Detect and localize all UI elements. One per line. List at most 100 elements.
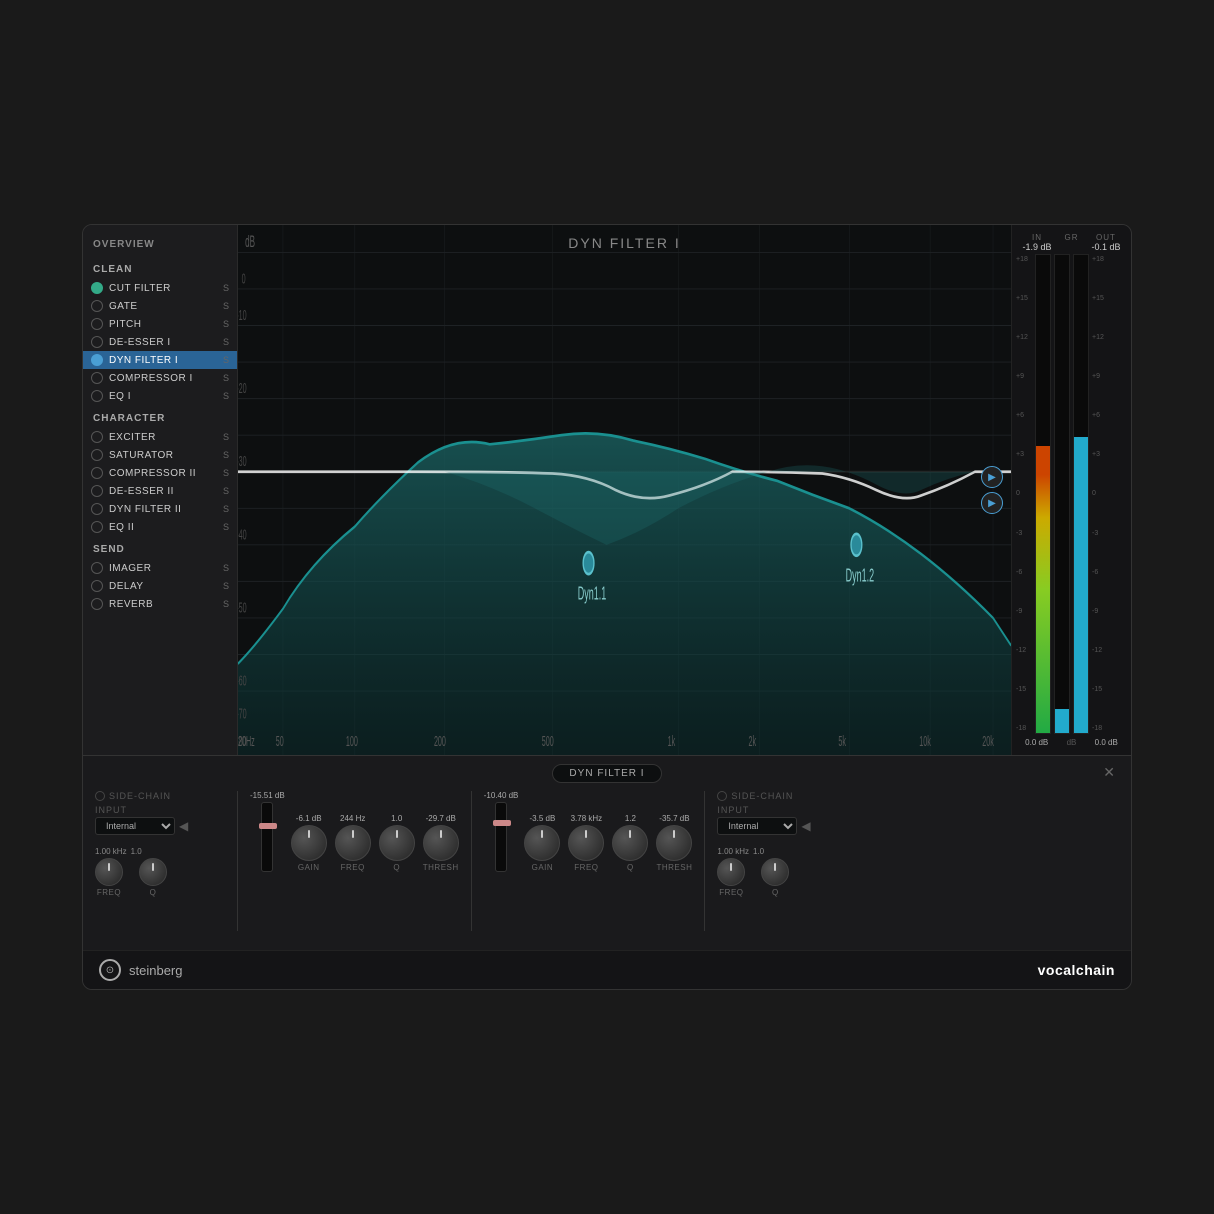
sidebar-item-compressor-i[interactable]: COMPRESSOR I S <box>83 369 237 387</box>
bypass-button-out[interactable]: ▶ <box>981 492 1003 514</box>
close-button[interactable]: ✕ <box>1103 764 1115 781</box>
svg-text:1k: 1k <box>668 734 676 749</box>
dot-cut-filter <box>91 282 103 294</box>
knob-dyn2-gain[interactable] <box>524 825 560 861</box>
svg-text:-40: -40 <box>238 528 247 543</box>
input-dropdown-left[interactable]: Internal <box>95 817 175 835</box>
fader-dyn2[interactable]: -10.40 dB <box>484 791 519 872</box>
fader-track-dyn2[interactable] <box>495 802 507 872</box>
knob-group-dyn1-freq: 244 Hz FREQ <box>335 814 371 872</box>
product-prefix: vocal <box>1038 962 1076 978</box>
knob-dyn1-thresh[interactable] <box>423 825 459 861</box>
product-suffix: chain <box>1076 962 1115 978</box>
svg-text:-30: -30 <box>238 455 247 470</box>
sidebar-item-de-esser-ii[interactable]: DE-ESSER II S <box>83 482 237 500</box>
right-control-section: SIDE-CHAIN INPUT Internal ◀ 1.00 kHz 1.0 <box>717 791 847 897</box>
sidebar-item-eq-ii[interactable]: EQ II S <box>83 518 237 536</box>
knob-right-q[interactable] <box>761 858 789 886</box>
knob-group-left-q: Q <box>139 858 167 897</box>
fader-dyn1[interactable]: -15.51 dB <box>250 791 285 872</box>
brand-name: steinberg <box>129 963 182 978</box>
svg-text:-70: -70 <box>238 707 247 722</box>
knob-dyn1-freq[interactable] <box>335 825 371 861</box>
sidebar-item-dyn-filter-i[interactable]: DYN FILTER I S <box>83 351 237 369</box>
fader-thumb-dyn1[interactable] <box>259 823 277 829</box>
sidechain-label-left: SIDE-CHAIN <box>109 791 171 801</box>
eq-display[interactable]: DYN FILTER I <box>238 225 1011 755</box>
input-label-left: INPUT <box>95 805 225 815</box>
sidechain-dot-left <box>95 791 105 801</box>
sidebar-item-reverb[interactable]: REVERB S <box>83 595 237 613</box>
sidebar-item-exciter[interactable]: EXCITER S <box>83 428 237 446</box>
main-layout: OVERVIEW CLEAN CUT FILTER S GATE S PITCH… <box>83 225 1131 755</box>
knob-left-freq[interactable] <box>95 858 123 886</box>
knob-dyn1-q[interactable] <box>379 825 415 861</box>
sidebar-overview[interactable]: OVERVIEW <box>83 233 237 256</box>
out-value: -0.1 dB <box>1091 242 1120 252</box>
dot-delay <box>91 580 103 592</box>
knob-group-dyn2-thresh: -35.7 dB THRESH <box>656 814 692 872</box>
meter-bottom-left: 0.0 dB <box>1025 738 1048 747</box>
knob-right-freq[interactable] <box>717 858 745 886</box>
fader-track-dyn1[interactable] <box>261 802 273 872</box>
knob-dyn2-q[interactable] <box>612 825 648 861</box>
sidechain-label-right: SIDE-CHAIN <box>731 791 793 801</box>
dot-saturator <box>91 449 103 461</box>
sidebar: OVERVIEW CLEAN CUT FILTER S GATE S PITCH… <box>83 225 238 755</box>
divider-3 <box>704 791 705 931</box>
sidebar-item-imager[interactable]: IMAGER S <box>83 559 237 577</box>
input-dropdown-right[interactable]: Internal <box>717 817 797 835</box>
sidebar-item-gate[interactable]: GATE S <box>83 297 237 315</box>
sidebar-item-compressor-ii[interactable]: COMPRESSOR II S <box>83 464 237 482</box>
meter-bottom-center: dB <box>1067 738 1077 747</box>
bottom-title-bar: DYN FILTER I ✕ <box>95 764 1119 783</box>
sidebar-item-eq-i[interactable]: EQ I S <box>83 387 237 405</box>
steinberg-logo: ⊙ <box>99 959 121 981</box>
meter-bottom-right: 0.0 dB <box>1095 738 1118 747</box>
knob-group-dyn2-freq: 3.78 kHz FREQ <box>568 814 604 872</box>
bypass-button-in[interactable]: ▶ <box>981 466 1003 488</box>
knob-group-dyn1-q: 1.0 Q <box>379 814 415 872</box>
svg-text:0: 0 <box>242 272 246 287</box>
svg-text:50: 50 <box>276 734 284 749</box>
sidebar-item-delay[interactable]: DELAY S <box>83 577 237 595</box>
svg-text:-10: -10 <box>238 309 247 324</box>
sidebar-item-pitch[interactable]: PITCH S <box>83 315 237 333</box>
svg-text:Dyn1.1: Dyn1.1 <box>578 584 606 604</box>
fader-thumb-dyn2[interactable] <box>493 820 511 826</box>
out-label: OUT -0.1 dB <box>1091 233 1120 252</box>
main-area: DYN FILTER I <box>238 225 1011 755</box>
sidebar-item-cut-filter[interactable]: CUT FILTER S <box>83 279 237 297</box>
dot-dyn-filter-ii <box>91 503 103 515</box>
input-label-right: INPUT <box>717 805 847 815</box>
knob-dyn2-freq[interactable] <box>568 825 604 861</box>
dot-de-esser-i <box>91 336 103 348</box>
left-control-section: SIDE-CHAIN INPUT Internal ◀ 1.00 kHz 1.0 <box>95 791 225 897</box>
in-value: -1.9 dB <box>1022 242 1051 252</box>
section-label-clean: CLEAN <box>83 256 237 279</box>
gr-label-group: GR <box>1064 233 1078 252</box>
svg-text:20k: 20k <box>982 734 994 749</box>
dyn-point-1 <box>583 552 594 574</box>
svg-text:dB: dB <box>245 232 255 251</box>
knob-left-q[interactable] <box>139 858 167 886</box>
knob-dyn2-thresh[interactable] <box>656 825 692 861</box>
sidebar-item-dyn-filter-ii[interactable]: DYN FILTER II S <box>83 500 237 518</box>
dot-compressor-ii <box>91 467 103 479</box>
dot-exciter <box>91 431 103 443</box>
in-label: IN -1.9 dB <box>1022 233 1051 252</box>
knob-dyn1-gain[interactable] <box>291 825 327 861</box>
dyn-point-2 <box>851 534 862 556</box>
sidebar-item-saturator[interactable]: SATURATOR S <box>83 446 237 464</box>
plugin-container: OVERVIEW CLEAN CUT FILTER S GATE S PITCH… <box>82 224 1132 990</box>
bottom-plugin-name: DYN FILTER I <box>552 764 661 783</box>
svg-text:-20: -20 <box>238 382 247 397</box>
dot-eq-ii <box>91 521 103 533</box>
dot-compressor-i <box>91 372 103 384</box>
svg-text:-50: -50 <box>238 601 247 616</box>
knob-group-right-q: Q <box>761 858 789 897</box>
section-label-character: CHARACTER <box>83 405 237 428</box>
svg-text:100: 100 <box>346 734 358 749</box>
dot-eq-i <box>91 390 103 402</box>
sidebar-item-de-esser-i[interactable]: DE-ESSER I S <box>83 333 237 351</box>
